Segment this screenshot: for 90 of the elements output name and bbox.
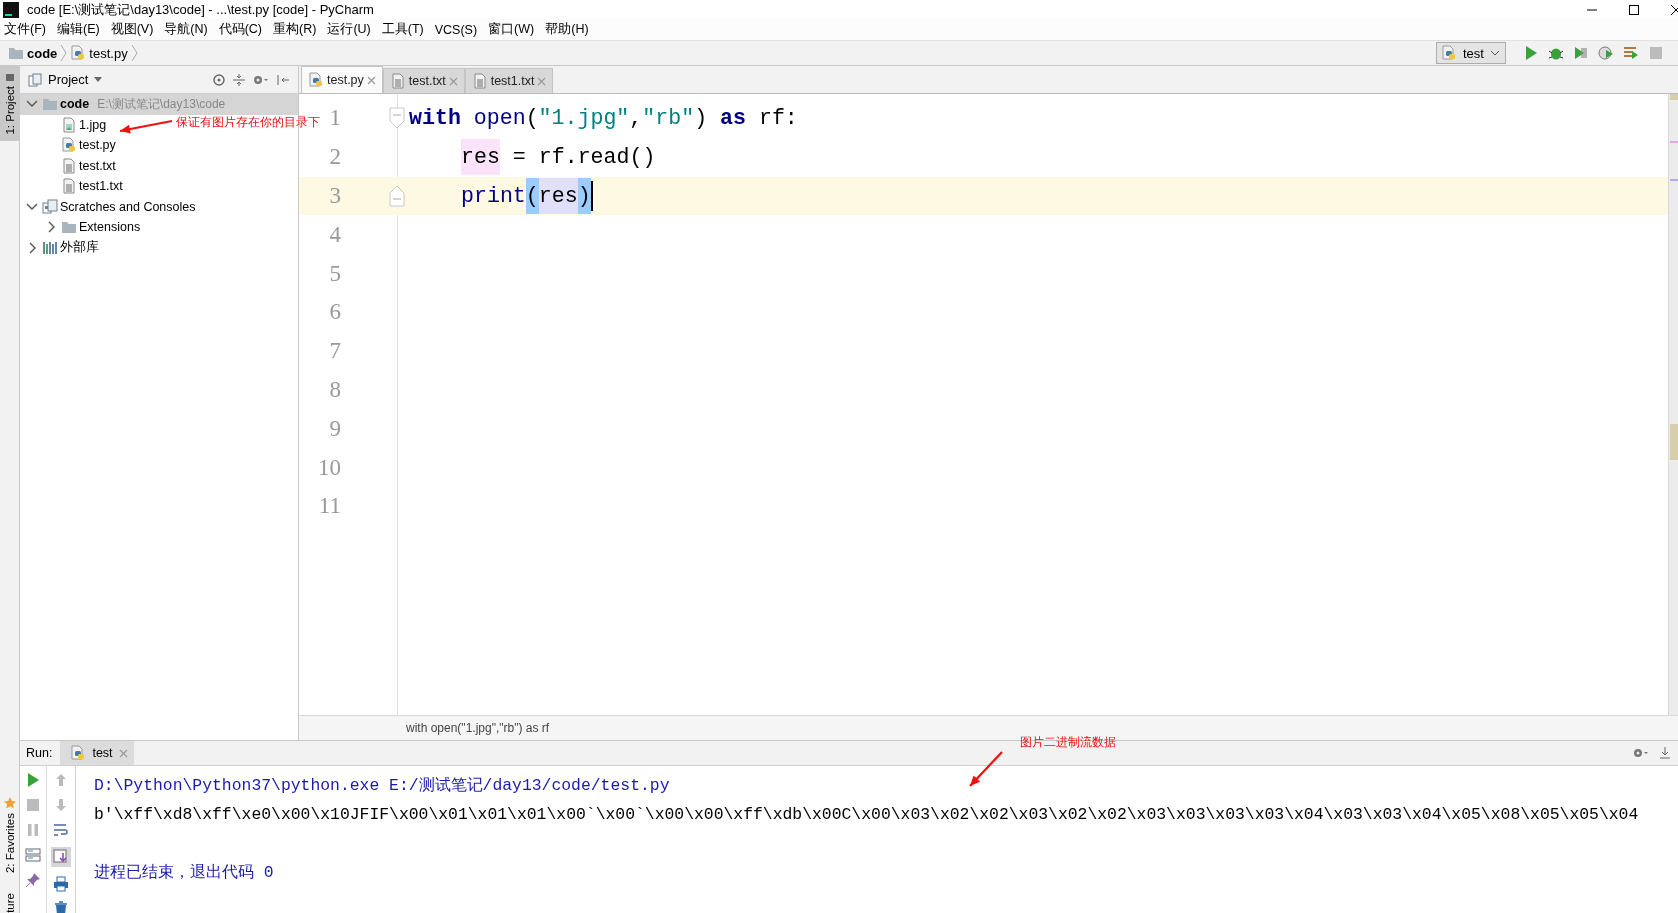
line-number: 5 [329, 260, 341, 286]
coverage-icon[interactable] [1573, 45, 1589, 61]
editor-tab[interactable]: test1.txt [464, 68, 554, 93]
line-number: 1 [329, 105, 341, 131]
console-output-line: 进程已结束，退出代码 0 [94, 862, 275, 884]
collapse-all-icon[interactable] [232, 72, 246, 87]
line-number: 10 [318, 454, 341, 480]
breadcrumb-item[interactable]: code [8, 45, 58, 61]
text-file-icon [61, 178, 77, 195]
run-icon[interactable] [1523, 45, 1539, 61]
scroll-to-end-icon[interactable] [51, 847, 71, 867]
annotation-text: 保证有图片存在你的目录下 [176, 114, 320, 131]
tree-item[interactable]: 外部库 [20, 237, 103, 258]
line-number: 7 [329, 338, 341, 364]
window-title: code [E:\测试笔记\day13\code] - ...\test.py [code] - PyCharm [27, 0, 374, 19]
text-file-icon [61, 157, 77, 174]
tree-item[interactable]: test.py [20, 135, 120, 156]
breadcrumb-separator-icon [60, 44, 68, 62]
breadcrumb-item[interactable]: test.py [70, 45, 128, 61]
line-number: 9 [329, 415, 341, 441]
image-file-icon [61, 116, 77, 133]
tree-item[interactable]: code E:\测试笔记\day13\code [20, 94, 298, 115]
console-output-line: b'\xff\xd8\xff\xe0\x00\x10JFIF\x00\x01\x01\x01\x00`\x00`\x00\x00\xff\xdb\x00C\x00\x03\x02\x02\x03\x02\x02\x03\x03\x03\x03\x04\x03\x03\x04\x05\x08\x05\x05\x04 [94, 804, 1639, 826]
fold-marker-icon[interactable] [389, 107, 405, 130]
concurrency-icon[interactable] [1623, 45, 1639, 61]
close-icon[interactable] [1670, 3, 1678, 16]
code-line: print(res) [409, 178, 591, 214]
python-file-icon [308, 72, 324, 88]
run-tab[interactable]: test [60, 741, 134, 765]
menu-item[interactable]: 运行(U) [327, 21, 371, 38]
menu-item[interactable]: 重构(R) [273, 21, 317, 38]
breadcrumb-separator-icon [130, 44, 138, 62]
line-number: 4 [329, 221, 341, 247]
print-icon[interactable] [53, 876, 69, 892]
menu-item[interactable]: 窗口(W) [488, 21, 535, 38]
text-file-icon [471, 73, 488, 89]
line-number: 6 [329, 299, 341, 325]
line-number: 3 [329, 183, 341, 208]
folder-path: E:\测试笔记\day13\code [97, 95, 226, 113]
menu-item[interactable]: VCS(S) [434, 22, 478, 37]
line-number: 2 [329, 144, 341, 170]
star-icon [3, 797, 16, 810]
app-logo-icon [3, 1, 19, 18]
trash-icon[interactable] [53, 901, 69, 913]
python-file-icon [61, 137, 77, 154]
pin-icon[interactable] [25, 872, 41, 888]
tree-item[interactable]: Scratches and Consoles [20, 196, 200, 217]
caret-icon [1489, 49, 1500, 57]
text-file-icon [389, 73, 406, 89]
soft-wrap-icon[interactable] [53, 822, 69, 838]
code-line: with open("1.jpg","rb") as rf: [409, 105, 798, 133]
panel-label: Run: [26, 746, 53, 760]
menu-item[interactable]: 视图(V) [110, 21, 154, 38]
rerun-icon[interactable] [25, 772, 41, 788]
scratch-icon [42, 198, 58, 215]
layout-icon[interactable] [25, 847, 41, 863]
menu-item[interactable]: 帮助(H) [545, 21, 589, 38]
python-file-icon [70, 745, 87, 761]
python-file-icon [70, 45, 87, 61]
run-config-select[interactable]: test [1436, 42, 1506, 64]
menu-item[interactable]: 编辑(E) [56, 21, 100, 38]
tree-item[interactable]: test.txt [20, 155, 120, 176]
menu-item[interactable]: 导航(N) [164, 21, 208, 38]
project-view-dropdown[interactable]: Project [28, 72, 103, 87]
project-view-icon [28, 72, 42, 87]
tree-item[interactable]: test1.txt [20, 176, 127, 197]
menu-item[interactable]: 文件(F) [4, 21, 46, 38]
menu-item[interactable]: 工具(T) [381, 21, 424, 38]
library-icon [42, 239, 58, 256]
annotation-text: 图片二进制流数据 [1020, 734, 1116, 751]
locate-icon[interactable] [212, 72, 226, 87]
tool-window-tab[interactable]: 1: Project [0, 66, 19, 141]
caret-icon [94, 76, 103, 83]
profile-icon[interactable] [1598, 45, 1614, 61]
tree-item[interactable]: Extensions [20, 217, 145, 238]
tool-window-tab[interactable]: ture [0, 887, 19, 913]
console-output-line: D:\Python\Python37\python.exe E:/测试笔记/day13/code/test.py [94, 775, 671, 797]
menu-item[interactable]: 代码(C) [218, 21, 263, 38]
tree-item[interactable]: 1.jpg [20, 114, 111, 135]
line-number: 11 [318, 493, 341, 519]
code-line: res = rf.read() [409, 139, 656, 176]
fold-marker-icon[interactable] [389, 185, 405, 207]
settings-icon[interactable] [1632, 746, 1650, 760]
editor-tab[interactable]: test.txt [382, 68, 465, 93]
editor-tab[interactable]: test.py [301, 66, 383, 93]
python-file-icon [1441, 45, 1457, 61]
line-number: 8 [329, 376, 341, 402]
breadcrumb-item[interactable]: with open("1.jpg","rb") as rf [406, 721, 550, 735]
tool-window-tab[interactable]: 2: Favorites [0, 791, 19, 880]
maximize-icon[interactable] [1628, 3, 1640, 16]
